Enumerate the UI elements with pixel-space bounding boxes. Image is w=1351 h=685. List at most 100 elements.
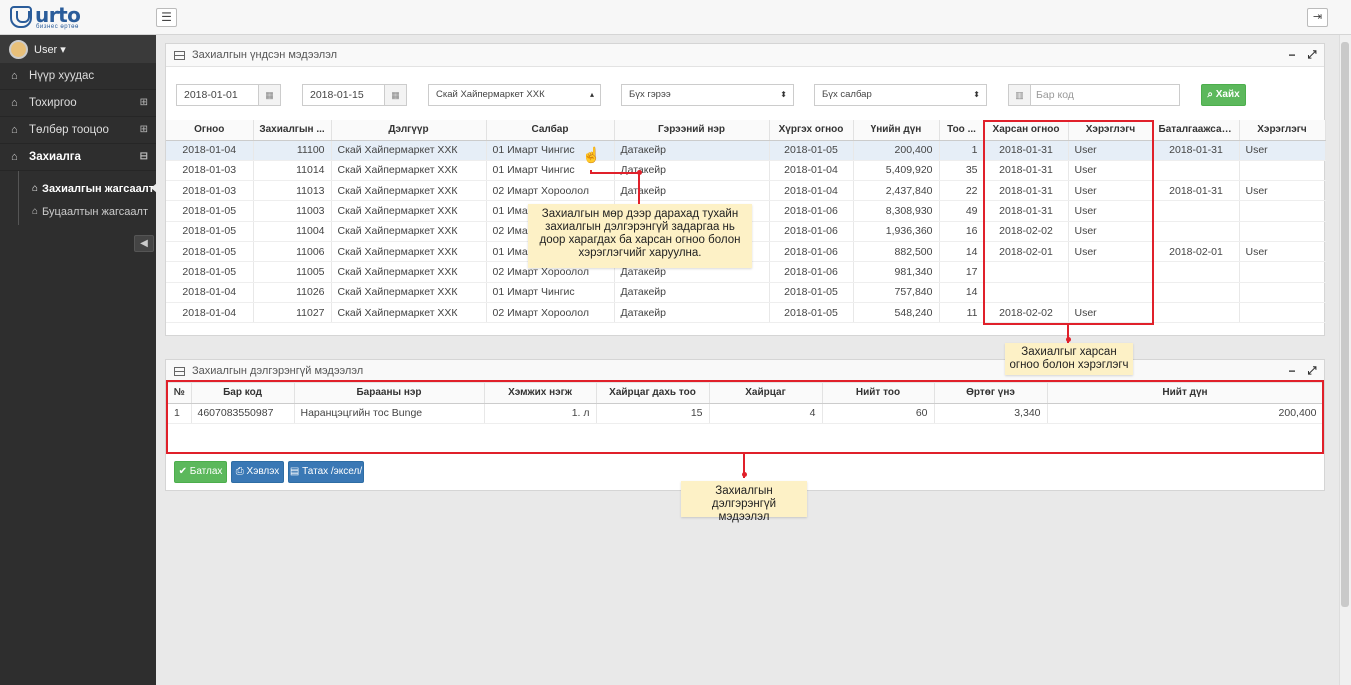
table-cell: 2018-01-06 (769, 200, 854, 222)
table-cell: 2,437,840 (853, 180, 940, 202)
table-cell: 757,840 (853, 282, 940, 303)
connector-dot (742, 472, 747, 477)
expand-icon[interactable]: ⤢ (1304, 47, 1320, 63)
user-menu[interactable]: User ▾ (0, 35, 156, 63)
sidebar-item-orders[interactable]: ⌂ Захиалга ⊟ (0, 144, 156, 171)
table-cell: Скай Хайпермаркет ХХК (331, 261, 487, 283)
sidebar-item-payment[interactable]: ⌂ Төлбөр тооцоо ⊞ (0, 117, 156, 144)
calendar-icon[interactable]: ▦ (258, 85, 280, 105)
table-cell: 882,500 (853, 241, 940, 263)
table-cell: 2018-01-05 (166, 261, 254, 283)
panel-title: Захиалгын үндсэн мэдээлэл (192, 49, 338, 61)
search-button-label: Хайх (1215, 89, 1240, 100)
search-button[interactable]: ⌕ Хайх (1201, 84, 1246, 106)
table-cell: 11006 (253, 241, 332, 263)
table-cell: 17 (939, 261, 985, 283)
table-cell: 2018-01-05 (166, 241, 254, 263)
column-header[interactable]: Огноо (166, 120, 254, 141)
expand-icon: ⊞ (139, 97, 148, 108)
sidebar-subitem-label: Буцаалтын жагсаалт (42, 205, 148, 218)
print-button[interactable]: ⎙ Хэвлэх (231, 461, 284, 483)
table-cell: Датакейр (614, 140, 770, 161)
table-cell: 2018-01-05 (166, 200, 254, 222)
table-cell: 11 (939, 302, 985, 324)
table-cell: 981,340 (853, 261, 940, 283)
sidebar: User ▾ ⌂ Нүүр хуудас ⌂ Тохиргоо ⊞ ⌂ Төлб… (0, 35, 157, 685)
table-cell: 2018-01-05 (769, 302, 854, 324)
table-cell: 02 Имарт Хороолол (486, 302, 615, 324)
sidebar-item-label: Төлбөр тооцоо (29, 124, 109, 136)
table-cell: 16 (939, 221, 985, 242)
column-header[interactable]: Гэрээний нэр (614, 120, 770, 141)
table-cell: Скай Хайпермаркет ХХК (331, 160, 487, 182)
sidebar-item-settings[interactable]: ⌂ Тохиргоо ⊞ (0, 90, 156, 117)
logout-icon[interactable]: ⇥ (1307, 8, 1328, 27)
table-cell: 548,240 (853, 302, 940, 324)
table-cell: 2018-01-04 (166, 282, 254, 303)
print-icon: ⎙ (235, 466, 244, 477)
table-cell: User (1239, 241, 1326, 263)
table-cell: 49 (939, 200, 985, 222)
scrollbar-thumb[interactable] (1341, 42, 1349, 607)
table-cell: 11004 (253, 221, 332, 242)
column-header[interactable]: Хүргэх огноо (769, 120, 854, 141)
table-cell: 2018-01-06 (769, 241, 854, 263)
calendar-icon[interactable]: ▦ (384, 85, 406, 105)
minimize-icon[interactable]: − (1284, 47, 1300, 63)
column-header[interactable]: Тоо ... (939, 120, 985, 141)
highlight-detail-table (166, 380, 1324, 454)
check-icon: ✔ (178, 466, 187, 477)
sidebar-subitem-order-list[interactable]: ⌂ Захиалгын жагсаалт (0, 177, 157, 200)
search-icon: ⌕ (1207, 89, 1213, 100)
table-cell: 2018-02-01 (1153, 241, 1240, 263)
table-cell: Датакейр (614, 302, 770, 324)
export-button[interactable]: ▤ Татах /эксел/ (288, 461, 364, 483)
table-cell (1239, 261, 1326, 283)
table-icon (174, 366, 185, 376)
minimize-icon[interactable]: − (1284, 363, 1300, 379)
table-cell: 11026 (253, 282, 332, 303)
branch-select[interactable]: Бүх салбар ⬍ (814, 84, 987, 106)
table-cell (1153, 302, 1240, 324)
contract-select[interactable]: Бүх гэрээ ⬍ (621, 84, 794, 106)
column-header[interactable]: Үнийн дүн (853, 120, 940, 141)
panel-header: Захиалгын үндсэн мэдээлэл − ⤢ (166, 44, 1324, 67)
table-cell: 2018-01-04 (166, 302, 254, 324)
home-icon: ⌂ (11, 97, 18, 109)
date-to-value: 2018-01-15 (310, 89, 364, 101)
column-header[interactable]: Хэрэглэгч (1239, 120, 1326, 141)
table-cell: 14 (939, 241, 985, 263)
barcode-input[interactable]: Бар код (1008, 84, 1180, 106)
print-label: Хэвлэх (246, 466, 280, 477)
sidebar-collapse-icon[interactable]: ◀ (134, 235, 154, 252)
table-cell: 2018-01-05 (769, 282, 854, 303)
column-header[interactable]: Салбар (486, 120, 615, 141)
table-cell: 02 Имарт Хороолол (486, 180, 615, 202)
table-cell: 2018-01-31 (1153, 140, 1240, 161)
date-to-field[interactable]: 2018-01-15 ▦ (302, 84, 407, 106)
collapse-icon: ⊟ (139, 151, 148, 162)
column-header[interactable]: Баталгаажсан... (1153, 120, 1240, 141)
table-cell: 2018-01-06 (769, 261, 854, 283)
expand-icon[interactable]: ⤢ (1304, 363, 1320, 379)
urto-logo[interactable]: urto бизнес өртөө (10, 3, 102, 30)
table-cell (1153, 282, 1240, 303)
date-from-field[interactable]: 2018-01-01 ▦ (176, 84, 281, 106)
store-select[interactable]: Скай Хайпермаркет ХХК ▴ (428, 84, 601, 106)
callout-viewed: Захиалгыг харсан огноо болон хэрэглэгч (1005, 343, 1133, 375)
branch-select-value: Бүх салбар (822, 89, 872, 100)
sidebar-item-label: Захиалга (29, 151, 81, 163)
hamburger-icon[interactable]: ☰ (156, 8, 177, 27)
table-cell: Датакейр (614, 282, 770, 303)
connector-line (590, 172, 640, 174)
sidebar-subitem-return-list[interactable]: ⌂ Буцаалтын жагсаалт (0, 200, 156, 223)
sidebar-item-home[interactable]: ⌂ Нүүр хуудас (0, 63, 156, 90)
column-header[interactable]: Дэлгүүр (331, 120, 487, 141)
hand-cursor-icon: ☝ (582, 147, 601, 164)
confirm-button[interactable]: ✔ Батлах (174, 461, 227, 483)
table-icon (174, 50, 185, 60)
sort-caret-icon: ⬍ (973, 90, 980, 99)
table-cell: 2018-01-03 (166, 180, 254, 202)
column-header[interactable]: Захиалгын ... (253, 120, 332, 141)
table-cell (1239, 302, 1326, 324)
